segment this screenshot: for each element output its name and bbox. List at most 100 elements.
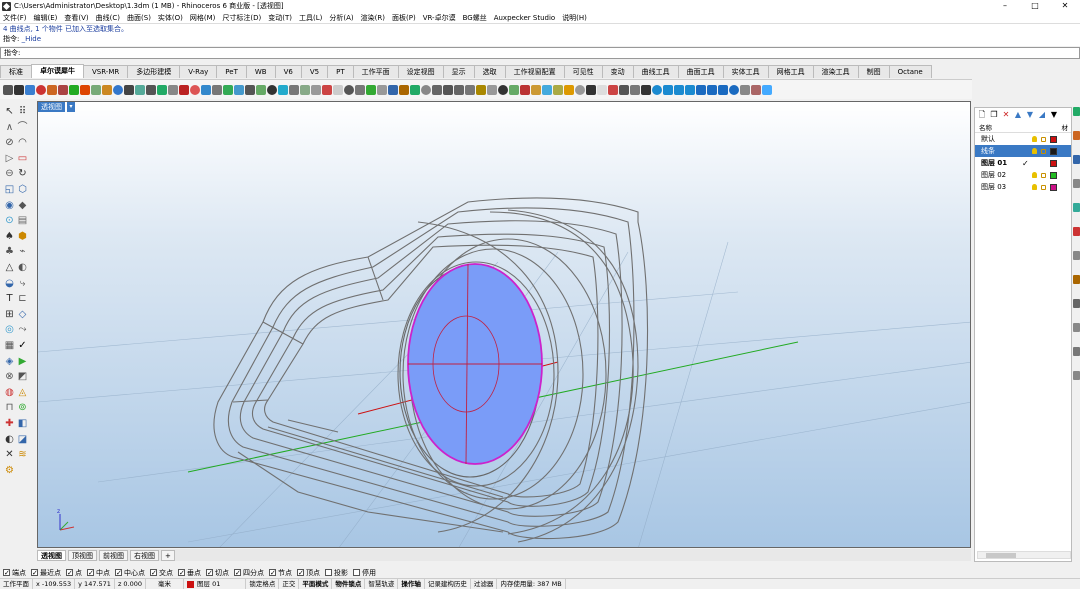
left-tool-icon[interactable]: ◠ <box>17 137 28 148</box>
toolbar-tool-icon[interactable] <box>223 84 233 95</box>
toolbar-tool-icon[interactable] <box>135 84 145 95</box>
osnap-checkbox[interactable]: ✓ <box>178 569 185 577</box>
toolbar-tool-icon[interactable] <box>641 84 651 95</box>
toolbar-tool-icon[interactable] <box>410 84 420 95</box>
left-tool-icon[interactable]: ♣ <box>4 246 15 257</box>
status-toggle[interactable]: 物件锁点 <box>332 579 366 589</box>
menu-item[interactable]: 尺寸标注(D) <box>222 13 261 23</box>
toolbar-tool-icon[interactable] <box>476 84 486 95</box>
left-tool-icon[interactable]: ◎ <box>4 324 15 335</box>
toolbar-tool-icon[interactable] <box>322 84 332 95</box>
toolbar-tool-icon[interactable] <box>256 84 266 95</box>
toolbar-tool-icon[interactable] <box>278 84 288 95</box>
cplane-label[interactable]: 工作平面 <box>0 579 33 589</box>
toolbar-tool-icon[interactable] <box>663 84 673 95</box>
maximize-button[interactable]: □ <box>1020 0 1050 12</box>
view-tab-4[interactable]: + <box>161 549 175 561</box>
visibility-bulb-icon[interactable] <box>1032 172 1037 178</box>
menu-item[interactable]: 曲面(S) <box>127 13 151 23</box>
toolbar-tool-icon[interactable] <box>652 84 662 95</box>
osnap-4[interactable]: ✓ 中心点 <box>115 568 145 578</box>
osnap-checkbox[interactable] <box>325 569 332 576</box>
toolbar-tool-icon[interactable] <box>179 84 189 95</box>
minimize-button[interactable]: – <box>990 0 1020 12</box>
tab-23[interactable]: Octane <box>888 65 932 78</box>
toolbar-tool-icon[interactable] <box>531 84 541 95</box>
osnap-checkbox[interactable]: ✓ <box>3 569 10 577</box>
osnap-checkbox[interactable]: ✓ <box>87 569 94 577</box>
tab-11[interactable]: 设定视图 <box>397 65 444 78</box>
left-tool-icon[interactable]: ⬢ <box>17 231 28 242</box>
menu-item[interactable]: 编辑(E) <box>34 13 58 23</box>
left-tool-icon[interactable]: ⬡ <box>17 184 28 195</box>
left-tool-icon[interactable]: ≋ <box>17 449 28 460</box>
menu-item[interactable]: 面板(P) <box>392 13 416 23</box>
toolbar-tool-icon[interactable] <box>201 84 211 95</box>
menu-item[interactable]: 渲染(R) <box>361 13 385 23</box>
lock-icon[interactable] <box>1041 148 1046 154</box>
close-button[interactable]: ✕ <box>1050 0 1080 12</box>
left-tool-icon[interactable]: T <box>4 293 15 304</box>
layers-scrollbar[interactable] <box>977 551 1071 559</box>
toolbar-tool-icon[interactable] <box>377 84 387 95</box>
move-parent-icon[interactable]: ◢ <box>1037 110 1047 120</box>
tab-9[interactable]: PT <box>327 65 354 78</box>
toolbar-tool-icon[interactable] <box>399 84 409 95</box>
toolbar-tool-icon[interactable] <box>146 84 156 95</box>
tab-2[interactable]: VSR-MR <box>83 65 129 78</box>
toolbar-tool-icon[interactable] <box>619 84 629 95</box>
osnap-3[interactable]: ✓ 中点 <box>87 568 110 578</box>
toolbar-tool-icon[interactable] <box>520 84 530 95</box>
tab-5[interactable]: PeT <box>216 65 247 78</box>
left-tool-icon[interactable]: ↻ <box>17 168 28 179</box>
left-tool-icon[interactable]: ⊘ <box>4 137 15 148</box>
tab-22[interactable]: 制图 <box>857 65 890 78</box>
layer-row[interactable]: 线条 <box>975 145 1071 157</box>
tab-20[interactable]: 网格工具 <box>767 65 814 78</box>
toolbar-tool-icon[interactable] <box>190 84 200 95</box>
status-toggle[interactable]: 正交 <box>279 579 300 589</box>
osnap-checkbox[interactable]: ✓ <box>115 569 122 577</box>
left-tool-icon[interactable]: ⤳ <box>17 324 28 335</box>
toolbar-tool-icon[interactable] <box>597 84 607 95</box>
panel-tab-icon[interactable] <box>1073 107 1080 116</box>
toolbar-tool-icon[interactable] <box>575 84 585 95</box>
toolbar-tool-icon[interactable] <box>14 84 24 95</box>
status-toggle[interactable]: 过滤器 <box>471 579 498 589</box>
visibility-bulb-icon[interactable] <box>1032 184 1037 190</box>
tab-0[interactable]: 标准 <box>0 65 32 78</box>
osnap-7[interactable]: ✓ 切点 <box>206 568 229 578</box>
toolbar-tool-icon[interactable] <box>509 84 519 95</box>
tab-21[interactable]: 渲染工具 <box>812 65 859 78</box>
left-tool-icon[interactable]: ⤷ <box>17 278 28 289</box>
osnap-checkbox[interactable]: ✓ <box>297 569 304 577</box>
toolbar-tool-icon[interactable] <box>355 84 365 95</box>
lock-icon[interactable] <box>1041 172 1046 178</box>
toolbar-tool-icon[interactable] <box>47 84 57 95</box>
toolbar-tool-icon[interactable] <box>25 84 35 95</box>
viewport-title[interactable]: 透视图 <box>38 102 65 112</box>
left-tool-icon[interactable]: ⊚ <box>17 402 28 413</box>
toolbar-tool-icon[interactable] <box>432 84 442 95</box>
left-tool-icon[interactable]: ⊞ <box>4 309 15 320</box>
left-tool-icon[interactable]: ◇ <box>17 309 28 320</box>
osnap-checkbox[interactable]: ✓ <box>269 569 276 577</box>
panel-tab-icon[interactable] <box>1073 227 1080 236</box>
layer-row[interactable]: 默认 <box>975 133 1071 145</box>
left-tool-icon[interactable]: ⊗ <box>4 371 15 382</box>
tab-4[interactable]: V-Ray <box>179 65 218 78</box>
lock-icon[interactable] <box>1041 136 1046 142</box>
toolbar-tool-icon[interactable] <box>80 84 90 95</box>
menu-item[interactable]: BG螺丝 <box>463 13 487 23</box>
tab-6[interactable]: WB <box>245 65 276 78</box>
toolbar-tool-icon[interactable] <box>542 84 552 95</box>
perspective-viewport[interactable]: z <box>37 101 971 548</box>
toolbar-tool-icon[interactable] <box>388 84 398 95</box>
toolbar-tool-icon[interactable] <box>608 84 618 95</box>
left-tool-icon[interactable]: ⊏ <box>17 293 28 304</box>
left-tool-icon[interactable]: ◧ <box>17 418 28 429</box>
osnap-1[interactable]: ✓ 最近点 <box>31 568 61 578</box>
menu-item[interactable]: 工具(L) <box>299 13 322 23</box>
layer-color-swatch[interactable] <box>1050 183 1057 191</box>
osnap-10[interactable]: ✓ 顶点 <box>297 568 320 578</box>
